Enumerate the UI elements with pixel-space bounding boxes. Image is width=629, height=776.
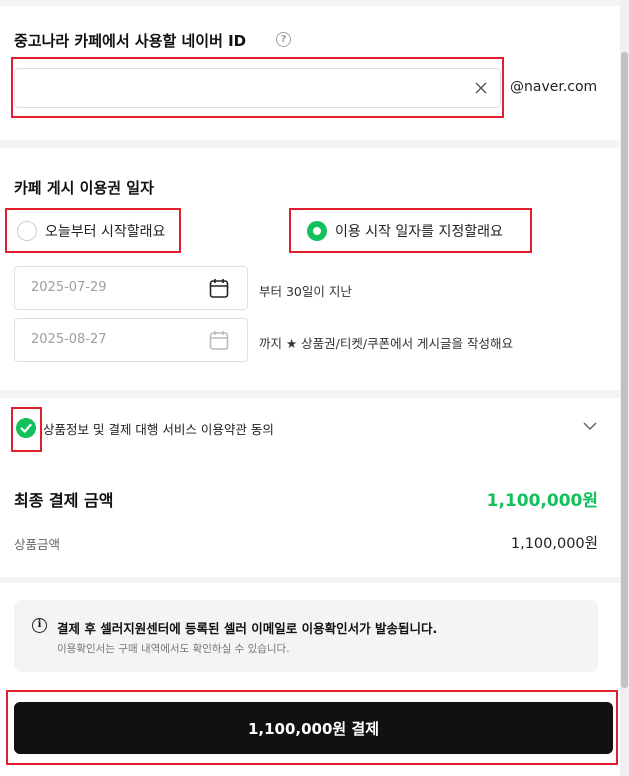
calendar-icon[interactable] [209,278,229,299]
section-divider [0,390,620,398]
naver-id-title: 중고나라 카페에서 사용할 네이버 ID [14,32,247,50]
question-circle-icon[interactable]: ? [276,32,291,47]
price-amount: 1,100,000원 [510,536,598,552]
price-label: 상품금액 [14,537,61,552]
scrollbar[interactable] [620,0,629,776]
radio-custom-start-label: 이용 시작 일자를 지정할래요 [335,224,503,240]
radio-start-today-label: 오늘부터 시작할래요 [45,224,166,240]
naver-domain-suffix: @naver.com [510,79,598,95]
section-divider [0,577,620,583]
total-label: 최종 결제 금액 [14,491,114,510]
notice-box: i 결제 후 셀러지원센터에 등록된 셀러 이메일로 이용확인서가 발송됩니다.… [14,600,598,672]
period-title: 카페 게시 이용권 일자 [14,179,154,197]
section-divider [0,140,620,148]
info-icon: i [32,618,47,633]
agreement-label: 상품정보 및 결제 대행 서비스 이용약관 동의 [43,421,274,437]
scrollbar-thumb[interactable] [621,52,628,688]
naver-id-input[interactable] [25,77,465,99]
end-date-value: 2025-08-27 [31,332,107,347]
radio-start-today[interactable]: 오늘부터 시작할래요 [17,221,165,241]
notice-main-text: 결제 후 셀러지원센터에 등록된 셀러 이메일로 이용확인서가 발송됩니다. [57,621,438,636]
close-icon[interactable] [474,81,488,95]
naver-id-input-box[interactable] [14,68,501,108]
end-date-suffix: 까지 ★ 상품권/티켓/쿠폰에서 게시글을 작성해요 [259,336,514,351]
top-band [0,0,620,6]
agreement-row[interactable]: 상품정보 및 결제 대행 서비스 이용약관 동의 [16,418,274,438]
end-date-picker: 2025-08-27 [14,318,248,362]
total-amount: 1,100,000원 [486,491,598,511]
radio-selected-icon [307,221,327,241]
pay-button[interactable]: 1,100,000원 결제 [14,702,613,754]
chevron-down-icon[interactable] [582,420,598,432]
start-date-picker[interactable]: 2025-07-29 [14,266,248,310]
start-date-suffix: 부터 30일이 지난 [259,284,352,299]
calendar-icon [209,331,229,350]
check-circle-icon[interactable] [16,418,36,438]
notice-sub-text: 이용확인서는 구매 내역에서도 확인하실 수 있습니다. [57,643,290,655]
start-date-value: 2025-07-29 [31,280,107,295]
radio-circle-icon [17,221,37,241]
radio-custom-start[interactable]: 이용 시작 일자를 지정할래요 [307,221,503,241]
